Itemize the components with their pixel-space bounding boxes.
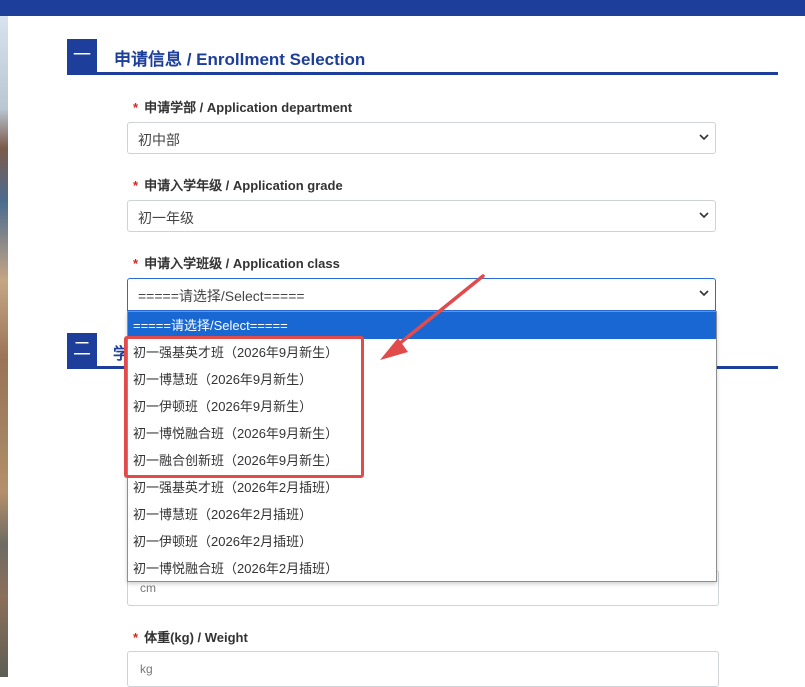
arrow-pointer-icon — [380, 274, 485, 360]
